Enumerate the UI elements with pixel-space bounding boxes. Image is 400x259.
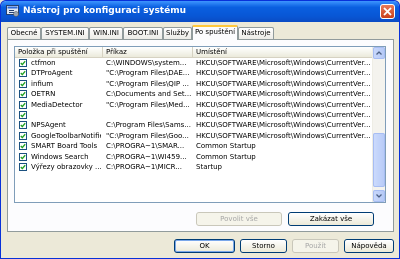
checkmark-icon [20,71,26,76]
checkmark-icon [20,164,26,170]
item-name: OETRN [31,90,56,99]
tab-startup[interactable]: Po spuštění [192,25,238,40]
tab-boot-ini[interactable]: BOOT.INI [123,27,163,39]
vertical-scrollbar[interactable] [372,47,385,202]
disable-all-button[interactable]: Zakázat vše [288,212,374,226]
cancel-button[interactable]: Storno [240,239,287,253]
list-header: Položka při spuštění Příkaz Umístění [15,47,374,58]
scroll-thumb[interactable] [373,133,385,187]
item-name: ctfmon [31,59,56,67]
app-icon [6,5,19,17]
item-command: "C:\Program Files\QIP ... [106,79,189,88]
list-item[interactable]: HKCU\SOFTWARE\Microsoft\Windows\CurrentV… [15,110,374,120]
checkmark-icon [20,154,26,160]
item-name [31,110,101,120]
item-location: HKCU\SOFTWARE\Microsoft\Windows\CurrentV… [196,111,371,119]
help-button[interactable]: Nápověda [344,239,394,253]
item-command [106,110,192,120]
tab-system-ini[interactable]: SYSTEM.INI [41,27,89,39]
item-name: DTProAgent [31,69,73,78]
column-header-command[interactable]: Příkaz [103,47,193,57]
column-header-item[interactable]: Položka při spuštění [15,47,103,57]
list-item[interactable]: NPSAgent C:\Program Files\Sams... HKCU\SOF… [15,120,374,130]
checkmark-icon [20,123,26,128]
item-location: HKCU\SOFTWARE\Microsoft\Windows\CurrentV… [196,69,371,78]
item-command: C:\PROGRA~1\WI459... [106,152,187,161]
list-item[interactable]: ctfmon C:\WINDOWS\system... HKCU\SOFTWARE\… [15,58,374,68]
item-command: "C:\Program Files\DAE... [106,69,190,78]
item-command: C:\Documents and Set... [106,90,192,99]
checkmark-icon [20,133,26,139]
checkmark-icon [20,102,26,108]
checkmark-icon [20,91,26,97]
window-title: Nástroj pro konfiguraci systému [23,6,186,16]
scroll-up-button[interactable] [373,47,385,59]
item-command: C:\PROGRA~1\SMAR... [106,142,185,151]
list-item[interactable]: Výřezy obrazovky ... C:\PROGRA~1\MICR... S… [15,162,374,172]
item-name: infium [31,79,54,88]
item-name: GoogleToolbarNotifier [31,131,101,140]
list-item[interactable]: SMART Board Tools C:\PROGRA~1\SMAR... Comm… [15,141,374,151]
apply-button[interactable]: Použít [292,239,339,253]
list-item[interactable]: MediaDetector "C:\Program Files\Med... HKC… [15,100,374,110]
checkmark-icon [20,81,26,87]
close-button[interactable] [380,4,395,19]
item-name: MediaDetector [31,100,83,109]
item-command: C:\WINDOWS\system... [106,59,187,67]
item-command: "C:\Program Files\Med... [106,100,190,109]
ok-button[interactable]: OK [174,239,235,253]
item-command: C:\Program Files\Sams... [106,121,191,130]
item-name: Windows Search [31,152,89,161]
tab-win-ini[interactable]: WIN.INI [89,27,123,39]
tab-services[interactable]: Služby [163,27,192,39]
column-header-location[interactable]: Umístění [193,47,374,57]
list-item[interactable]: DTProAgent "C:\Program Files\DAE... HKCU\S… [15,68,374,78]
item-name: SMART Board Tools [31,142,98,151]
startup-checkbox[interactable] [19,142,27,151]
chevron-down-icon [376,194,382,198]
item-location: Common Startup [196,152,256,161]
list-item[interactable]: GoogleToolbarNotifier "C:\Program Files\G… [15,131,374,141]
item-location: HKCU\SOFTWARE\Microsoft\Windows\CurrentV… [196,90,371,99]
list-item[interactable]: infium "C:\Program Files\QIP ... HKCU\SOFT… [15,79,374,89]
close-icon [383,7,392,16]
list-item[interactable]: OETRN C:\Documents and Set... HKCU\SOFTWAR… [15,89,374,99]
item-location: Startup [196,163,222,171]
system-config-window: Nástroj pro konfiguraci systému Obecné S… [0,0,400,259]
scroll-down-button[interactable] [373,190,385,202]
checkmark-icon [20,143,26,149]
list-item[interactable]: Windows Search C:\PROGRA~1\WI459... Common… [15,152,374,162]
item-name: Výřezy obrazovky ... [31,163,101,171]
item-location: HKCU\SOFTWARE\Microsoft\Windows\CurrentV… [196,131,371,140]
item-location: HKCU\SOFTWARE\Microsoft\Windows\CurrentV… [196,59,371,67]
checkmark-icon [20,60,26,66]
startup-checkbox[interactable] [19,152,27,161]
item-command: C:\PROGRA~1\MICR... [106,163,182,171]
title-bar[interactable]: Nástroj pro konfiguraci systému [1,1,399,22]
startup-checkbox[interactable] [19,59,27,67]
item-location: HKCU\SOFTWARE\Microsoft\Windows\CurrentV… [196,100,371,109]
startup-checkbox[interactable] [19,100,27,109]
item-command: "C:\Program Files\Goo... [106,131,189,140]
chevron-up-icon [376,51,382,55]
startup-checkbox[interactable] [19,69,27,78]
startup-list[interactable]: Položka při spuštění Příkaz Umístění ctf… [14,46,386,203]
item-location: HKCU\SOFTWARE\Microsoft\Windows\CurrentV… [196,121,371,130]
tab-general[interactable]: Obecné [7,27,41,39]
item-name: NPSAgent [31,121,66,130]
tab-tools[interactable]: Nástroje [238,27,274,39]
enable-all-button[interactable]: Povolit vše [196,212,282,226]
item-location: HKCU\SOFTWARE\Microsoft\Windows\CurrentV… [196,79,371,88]
startup-checkbox[interactable] [19,163,27,171]
startup-checkbox[interactable] [19,90,27,99]
item-location: Common Startup [196,142,256,151]
startup-checkbox[interactable] [19,111,27,119]
checkmark-icon [20,112,26,118]
startup-checkbox[interactable] [19,79,27,88]
startup-checkbox[interactable] [19,121,27,130]
startup-checkbox[interactable] [19,131,27,140]
